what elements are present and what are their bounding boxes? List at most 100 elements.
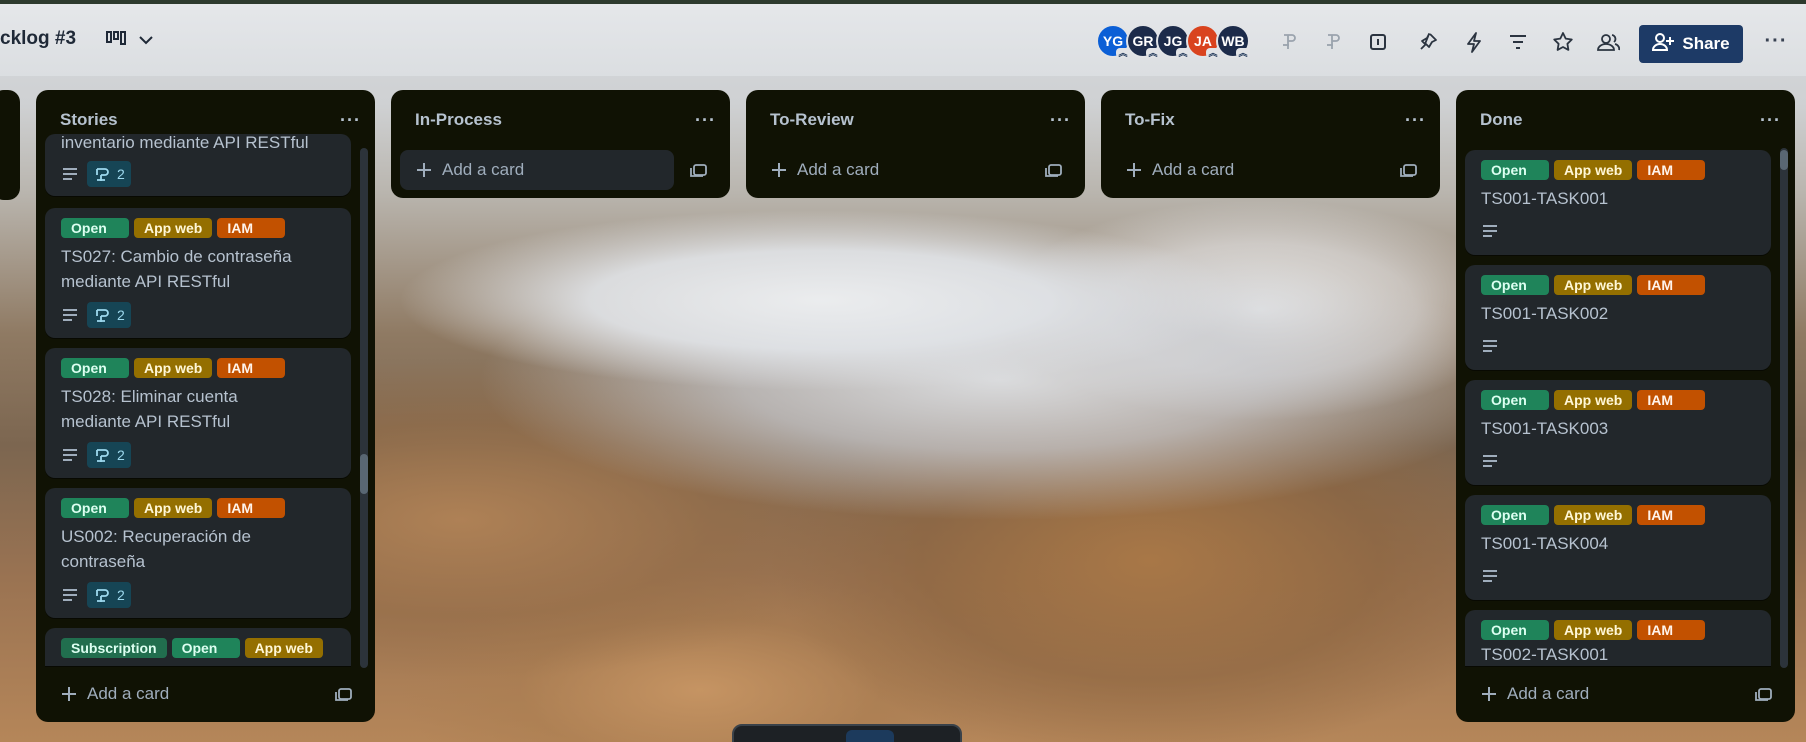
power-up-icon[interactable] xyxy=(1322,30,1346,54)
pin-icon[interactable] xyxy=(1416,30,1440,54)
board-more-button[interactable]: ··· xyxy=(1762,30,1790,54)
checklist-icon xyxy=(96,168,109,181)
description-icon xyxy=(61,586,79,604)
avatar[interactable]: JA ︽ xyxy=(1186,24,1220,58)
checklist-badge: 2 xyxy=(87,442,131,468)
add-card-button[interactable]: Add a card xyxy=(45,674,285,714)
card[interactable]: Open App web IAM TS002-TASK001 xyxy=(1465,610,1771,666)
card[interactable]: Open App web IAM TS001-TASK004 xyxy=(1465,495,1771,600)
board-title[interactable]: cklog #3 xyxy=(0,28,76,50)
avatar[interactable]: YG ︽ xyxy=(1096,24,1130,58)
calendar-icon[interactable] xyxy=(1366,30,1390,54)
list-menu-button[interactable]: ··· xyxy=(1760,110,1781,131)
label-app-web: App web xyxy=(134,498,213,518)
add-card-button[interactable]: Add a card xyxy=(1465,674,1705,714)
card[interactable]: Subscription Open App web xyxy=(45,628,351,666)
label-open: Open xyxy=(1481,390,1549,410)
avatar-initials: WB xyxy=(1221,33,1245,49)
card[interactable]: Open App web IAM US002: Recuperación de … xyxy=(45,488,351,618)
card-labels: Open App web IAM xyxy=(61,358,286,378)
card[interactable]: Open App web IAM TS027: Cambio de contra… xyxy=(45,208,351,338)
card-title: inventario mediante API RESTful xyxy=(61,134,309,152)
plus-icon xyxy=(1127,163,1141,177)
list-menu-button[interactable]: ··· xyxy=(1050,110,1071,131)
checklist-count: 2 xyxy=(117,447,125,463)
add-card-button[interactable]: Add a card xyxy=(1110,150,1384,190)
description-icon xyxy=(61,446,79,464)
members-icon[interactable] xyxy=(1596,30,1620,54)
list-scrollbar[interactable] xyxy=(360,148,368,668)
star-icon[interactable] xyxy=(1551,30,1575,54)
card-title: TS001-TASK004 xyxy=(1481,534,1609,553)
checklist-badge: 2 xyxy=(87,582,131,608)
scrollbar-thumb[interactable] xyxy=(360,454,368,494)
list-title[interactable]: To-Review xyxy=(770,110,854,130)
avatar[interactable]: GR ︽ xyxy=(1126,24,1160,58)
label-iam: IAM xyxy=(217,498,286,518)
list-in-process: In-Process ··· Add a card xyxy=(391,90,730,198)
card[interactable]: Open App web IAM TS001-TASK001 xyxy=(1465,150,1771,255)
list-title[interactable]: Stories xyxy=(60,110,118,130)
card-badges: 2 xyxy=(61,302,131,328)
list-menu-button[interactable]: ··· xyxy=(695,110,716,131)
plus-icon xyxy=(1482,687,1496,701)
board-view-icon xyxy=(106,30,126,51)
label-open: Open xyxy=(61,498,129,518)
card-labels: Open App web IAM xyxy=(1481,620,1706,640)
share-label: Share xyxy=(1682,34,1730,53)
avatar-initials: YG xyxy=(1102,33,1124,49)
card[interactable]: Open App web IAM TS028: Eliminar cuenta … xyxy=(45,348,351,478)
label-open: Open xyxy=(1481,160,1549,180)
avatar[interactable]: WB ︽ xyxy=(1216,24,1250,58)
list-menu-button[interactable]: ··· xyxy=(340,110,361,131)
plus-icon xyxy=(772,163,786,177)
checklist-badge: 2 xyxy=(87,302,131,328)
label-iam: IAM xyxy=(217,218,286,238)
card[interactable]: Open App web IAM TS001-TASK003 xyxy=(1465,380,1771,485)
card-title: TS002-TASK001 xyxy=(1481,645,1609,664)
card-template-icon[interactable] xyxy=(1399,160,1419,180)
plus-icon xyxy=(62,687,76,701)
avatar[interactable]: JG ︽ xyxy=(1156,24,1190,58)
add-card-button[interactable]: Add a card xyxy=(400,150,674,190)
add-card-button[interactable]: Add a card xyxy=(755,150,1029,190)
card-title: TS027: Cambio de contraseña mediante API… xyxy=(61,247,292,291)
card-template-icon[interactable] xyxy=(1044,160,1064,180)
card-title: TS001-TASK001 xyxy=(1481,189,1609,208)
card[interactable]: Open App web IAM TS001-TASK002 xyxy=(1465,265,1771,370)
list-scrollbar[interactable] xyxy=(1780,148,1788,668)
switcher-active-tab[interactable] xyxy=(846,730,894,742)
board-switcher-bar[interactable] xyxy=(732,724,962,742)
board-view-switcher[interactable] xyxy=(106,30,154,51)
list-header: To-Review ··· xyxy=(746,90,1085,150)
card-title: TS001-TASK003 xyxy=(1481,419,1609,438)
automation-icon[interactable] xyxy=(1462,30,1486,54)
power-up-icon[interactable] xyxy=(1278,30,1302,54)
list-to-fix: To-Fix ··· Add a card xyxy=(1101,90,1440,198)
list-title[interactable]: Done xyxy=(1480,110,1523,130)
card-template-icon[interactable] xyxy=(1754,684,1774,704)
avatar-initials: GR xyxy=(1132,33,1154,49)
card-template-icon[interactable] xyxy=(689,160,709,180)
plus-icon xyxy=(417,163,431,177)
scrollbar-thumb[interactable] xyxy=(1780,150,1788,170)
checklist-count: 2 xyxy=(117,166,125,182)
list-title[interactable]: To-Fix xyxy=(1125,110,1175,130)
filter-icon[interactable] xyxy=(1506,30,1530,54)
card-badges: 2 xyxy=(61,161,131,187)
card-badges xyxy=(1481,222,1499,240)
list-title[interactable]: In-Process xyxy=(415,110,502,130)
card-badges: 2 xyxy=(61,582,131,608)
list-menu-button[interactable]: ··· xyxy=(1405,110,1426,131)
member-avatars: YG ︽ GR ︽ JG ︽ JA ︽ WB ︽ xyxy=(1096,24,1250,58)
label-app-web: App web xyxy=(1554,160,1633,180)
card-template-icon[interactable] xyxy=(334,684,354,704)
label-app-web: App web xyxy=(1554,505,1633,525)
card-labels: Open App web IAM xyxy=(1481,390,1706,410)
checklist-count: 2 xyxy=(117,307,125,323)
card[interactable]: inventario mediante API RESTful 2 xyxy=(45,134,351,196)
description-icon xyxy=(1481,567,1499,585)
checklist-icon xyxy=(96,589,109,602)
card-title: TS028: Eliminar cuenta mediante API REST… xyxy=(61,387,238,431)
share-button[interactable]: Share xyxy=(1639,25,1743,63)
